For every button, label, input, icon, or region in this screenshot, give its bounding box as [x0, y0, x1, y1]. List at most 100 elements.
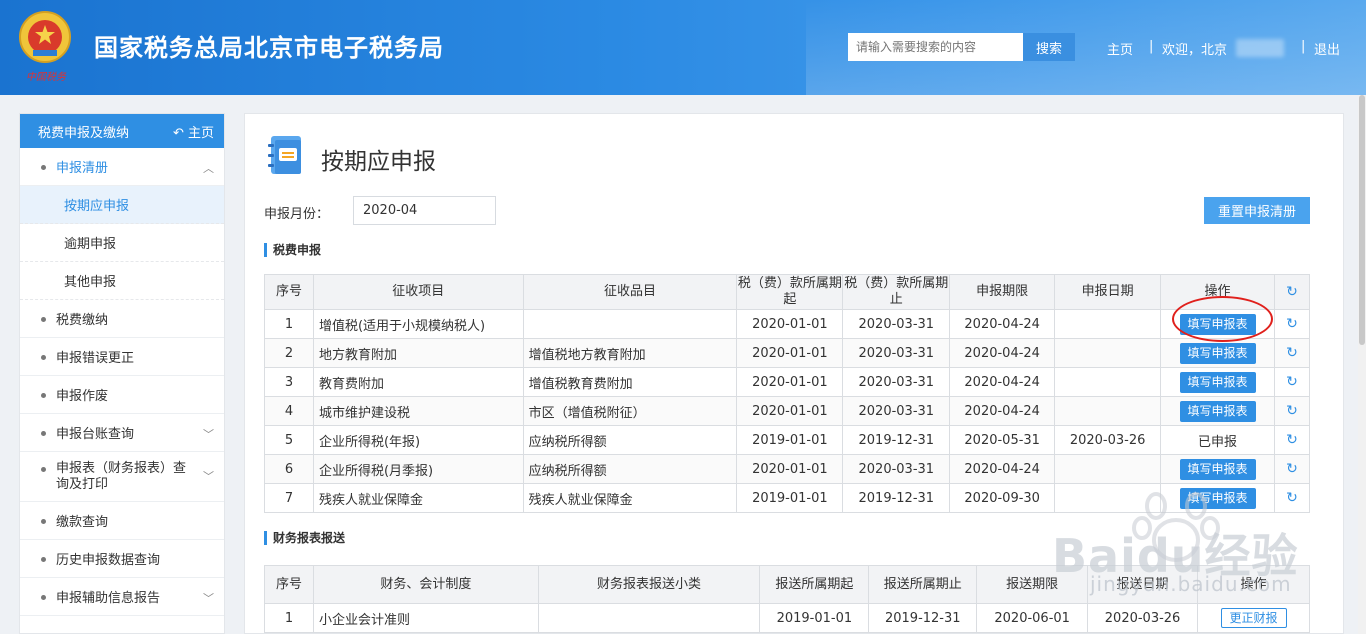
- levy-sub-item: [522, 309, 738, 339]
- column-header: 税（费）款所属期止: [842, 274, 951, 310]
- sidebar-item-declaration-list[interactable]: 申报清册 ︿: [20, 148, 224, 186]
- refresh-row-icon[interactable]: ↻: [1273, 367, 1311, 397]
- refresh-row-icon[interactable]: ↻: [1273, 425, 1311, 455]
- deadline: 2020-04-24: [949, 454, 1056, 484]
- page-title: 按期应申报: [321, 149, 436, 175]
- levy-sub-item: 应纳税所得额: [522, 425, 738, 455]
- tax-declaration-table: 序号 征收项目 征收品目 税（费）款所属期起 税（费）款所属期止 申报期限 申报…: [264, 274, 1311, 513]
- sidebar-subitem-other[interactable]: 其他申报: [20, 262, 224, 300]
- nav-home-link[interactable]: 主页: [1107, 39, 1133, 58]
- bullet-icon: [41, 393, 46, 398]
- sidebar-item-aux-report[interactable]: 申报辅助信息报告 ﹀: [20, 578, 224, 616]
- fill-declaration-button[interactable]: 填写申报表: [1179, 313, 1256, 335]
- declare-date: [1054, 454, 1162, 484]
- table-row: 4 城市维护建设税 市区（增值税附征） 2020-01-01 2020-03-31 202…: [264, 396, 1311, 426]
- column-header: 报送所属期止: [868, 565, 978, 604]
- bullet-icon: [41, 317, 46, 322]
- levy-item: 城市维护建设税: [312, 396, 524, 426]
- search-input[interactable]: [848, 33, 1023, 61]
- row-number: 1: [264, 603, 314, 633]
- row-number: 2: [264, 338, 314, 368]
- site-header: 中国税务 国家税务总局北京市电子税务局 搜索 主页 | 欢迎，北京 | 退出: [0, 0, 1366, 95]
- period-end: 2020-03-31: [842, 396, 951, 426]
- search-button[interactable]: 搜索: [1023, 33, 1075, 61]
- bullet-icon: [41, 557, 46, 562]
- levy-item: 地方教育附加: [312, 338, 524, 368]
- sidebar-subitem-overdue[interactable]: 逾期申报: [20, 224, 224, 262]
- sidebar-item-history-query[interactable]: 历史申报数据查询: [20, 540, 224, 578]
- row-number: 5: [264, 425, 314, 455]
- back-arrow-icon: ↶: [172, 125, 184, 141]
- month-input[interactable]: [353, 196, 496, 225]
- period-start: 2020-01-01: [736, 396, 844, 426]
- levy-sub-item: 残疾人就业保障金: [522, 483, 738, 513]
- levy-item: 增值税(适用于小规模纳税人): [312, 309, 524, 339]
- sidebar-item-payment-query[interactable]: 缴款查询: [20, 502, 224, 540]
- sidebar-home-link[interactable]: ↶ 主页: [173, 122, 214, 141]
- period-start: 2020-01-01: [736, 338, 844, 368]
- period-end: 2020-03-31: [842, 454, 951, 484]
- sidebar-item-label: 缴款查询: [56, 515, 109, 530]
- sidebar-item-void[interactable]: 申报作废: [20, 376, 224, 414]
- column-header: 序号: [264, 274, 314, 310]
- sidebar-item-error-correction[interactable]: 申报错误更正: [20, 338, 224, 376]
- row-number: 3: [264, 367, 314, 397]
- period-end: 2020-03-31: [842, 367, 951, 397]
- table-row: 1 小企业会计准则 2019-01-01 2019-12-31 2020-06-01 20…: [264, 603, 1310, 633]
- page-scrollbar[interactable]: [1358, 95, 1366, 634]
- sidebar-subitem-periodic[interactable]: 按期应申报: [20, 186, 224, 224]
- column-header: 序号: [264, 565, 314, 604]
- refresh-row-icon[interactable]: ↻: [1273, 396, 1311, 426]
- fill-declaration-button[interactable]: 填写申报表: [1179, 487, 1256, 509]
- watermark-url: jingyan.baidu.com: [1090, 572, 1292, 596]
- fill-declaration-button[interactable]: 填写申报表: [1179, 342, 1256, 364]
- table-header-row: 序号 征收项目 征收品目 税（费）款所属期起 税（费）款所属期止 申报期限 申报…: [264, 274, 1311, 310]
- bullet-icon: [41, 519, 46, 524]
- scrollbar-thumb[interactable]: [1359, 95, 1365, 345]
- section-title-tax-declaration: 税费申报: [264, 243, 321, 257]
- refresh-all-icon[interactable]: ↻: [1273, 274, 1311, 310]
- period-start: 2019-01-01: [736, 425, 844, 455]
- sidebar-item-report-print[interactable]: 申报表（财务报表）查询及打印 ﹀: [20, 452, 224, 502]
- table-row: 6 企业所得税(月季报) 应纳税所得额 2020-01-01 2020-03-31 202…: [264, 454, 1311, 484]
- sidebar-item-label: 税费缴纳: [56, 313, 109, 328]
- fill-declaration-button[interactable]: 填写申报表: [1179, 458, 1256, 480]
- bullet-icon: [41, 431, 46, 436]
- levy-sub-item: 应纳税所得额: [522, 454, 738, 484]
- sidebar-item-tax-payment[interactable]: 税费缴纳: [20, 300, 224, 338]
- fill-declaration-button[interactable]: 填写申报表: [1179, 371, 1256, 393]
- action-cell: 填写申报表: [1160, 396, 1275, 426]
- declared-status: 已申报: [1198, 434, 1238, 450]
- sidebar-item-label: 申报错误更正: [56, 351, 135, 366]
- sidebar-item-ledger-query[interactable]: 申报台账查询 ﹀: [20, 414, 224, 452]
- refresh-row-icon[interactable]: ↻: [1273, 483, 1311, 513]
- reset-declaration-list-button[interactable]: 重置申报清册: [1204, 197, 1310, 224]
- sidebar-item-label: 申报表（财务报表）查询及打印: [56, 460, 187, 492]
- tax-emblem-icon: [19, 11, 71, 63]
- action-cell: 填写申报表: [1160, 454, 1275, 484]
- fill-declaration-button[interactable]: 填写申报表: [1179, 400, 1256, 422]
- levy-item: 企业所得税(月季报): [312, 454, 524, 484]
- bullet-icon: [41, 467, 46, 472]
- declare-date: [1054, 396, 1162, 426]
- submit-date: 2020-03-26: [1087, 603, 1199, 633]
- column-header: 财务报表报送小类: [537, 565, 761, 604]
- sidebar-home-label: 主页: [187, 125, 214, 141]
- emblem-caption: 中国税务: [26, 72, 66, 83]
- correct-financial-report-button[interactable]: 更正财报: [1220, 608, 1287, 628]
- chevron-down-icon: ﹀: [203, 592, 214, 605]
- period-start: 2020-01-01: [736, 309, 844, 339]
- table-row: 2 地方教育附加 增值税地方教育附加 2020-01-01 2020-03-31 2020…: [264, 338, 1311, 368]
- report-category: [537, 603, 761, 633]
- chevron-up-icon: ︿: [203, 162, 214, 175]
- refresh-row-icon[interactable]: ↻: [1273, 454, 1311, 484]
- refresh-row-icon[interactable]: ↻: [1273, 338, 1311, 368]
- action-cell: 填写申报表: [1160, 309, 1275, 339]
- period-end: 2020-03-31: [842, 309, 951, 339]
- sidebar-title: 税费申报及缴纳: [38, 125, 130, 141]
- declaration-book-icon: [268, 136, 301, 174]
- levy-item: 教育费附加: [312, 367, 524, 397]
- refresh-row-icon[interactable]: ↻: [1273, 309, 1311, 339]
- column-header: 操作: [1160, 274, 1275, 310]
- logout-link[interactable]: 退出: [1314, 39, 1340, 58]
